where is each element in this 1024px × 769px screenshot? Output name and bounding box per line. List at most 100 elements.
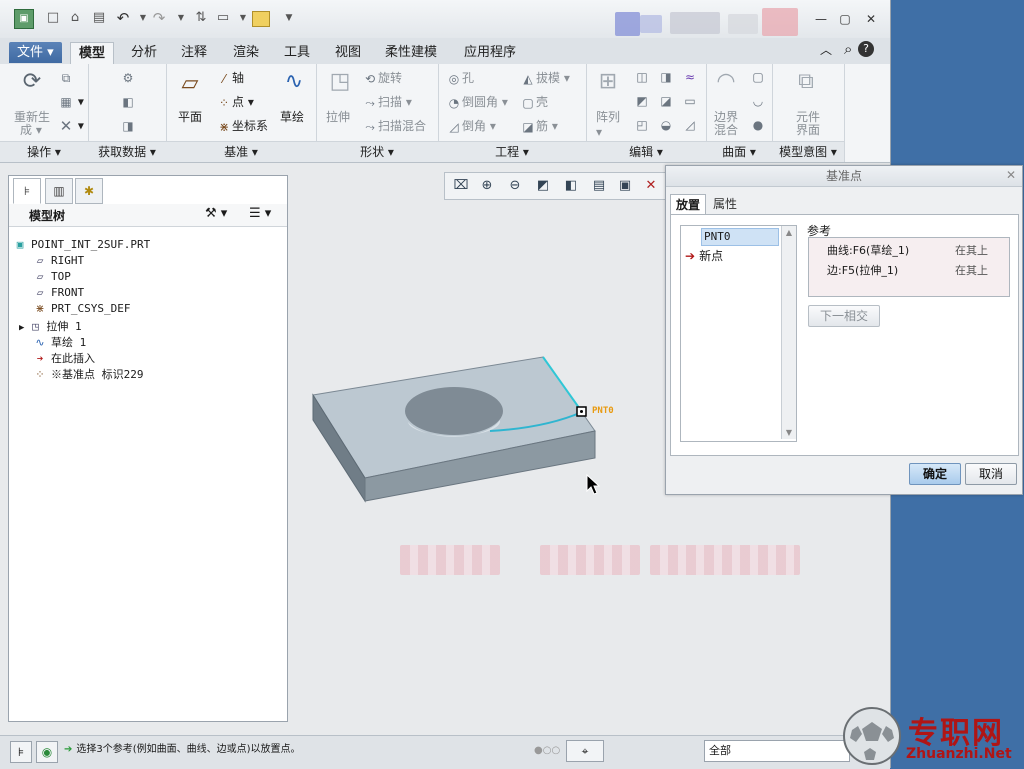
copy-geometry-icon[interactable]: ◧: [120, 94, 136, 110]
point-list-item-pnt0[interactable]: PNT0: [701, 228, 779, 246]
tree-item-right[interactable]: ▱ RIGHT: [33, 254, 84, 267]
group-shapes-label[interactable]: 形状 ▾: [316, 141, 438, 162]
user-defined-feature-icon[interactable]: ⚙: [120, 70, 136, 86]
point-button[interactable]: ⁘ 点 ▾: [216, 93, 254, 111]
mirror-icon[interactable]: ◫: [634, 69, 650, 85]
repaint-icon[interactable]: ◩: [533, 176, 553, 196]
reference-curve[interactable]: 曲线:F6(草绘_1): [827, 242, 909, 258]
sketch-icon[interactable]: ∿: [278, 68, 310, 96]
display-style-icon[interactable]: ◧: [561, 176, 581, 196]
paste-icon[interactable]: ▦ ▾: [58, 94, 84, 110]
round-button[interactable]: ◔ 倒圆角 ▾: [446, 93, 508, 111]
tab-flexible-modeling[interactable]: 柔性建模: [377, 42, 445, 63]
group-model-intent-label[interactable]: 模型意图 ▾: [772, 141, 844, 162]
revolve-button[interactable]: ⟲ 旋转: [362, 69, 402, 87]
windows-icon[interactable]: ▭: [214, 9, 232, 27]
group-operations-label[interactable]: 操作 ▾: [0, 141, 88, 162]
extrude-button[interactable]: 拉伸: [326, 108, 350, 125]
favorites-tab-icon[interactable]: ✱: [75, 178, 103, 204]
style-icon[interactable]: ◡: [750, 93, 766, 109]
reference-curve-constraint[interactable]: 在其上: [955, 242, 988, 258]
copy-icon[interactable]: ⧉: [58, 70, 74, 86]
tree-item-csys[interactable]: ⋇ PRT_CSYS_DEF: [33, 302, 130, 315]
tree-item-part[interactable]: ▣ POINT_INT_2SUF.PRT: [13, 238, 151, 251]
show-navigator-icon[interactable]: ⊧: [10, 741, 32, 763]
chamfer-button[interactable]: ◿ 倒角 ▾: [446, 117, 495, 135]
thicken-icon[interactable]: ◿: [682, 117, 698, 133]
next-intersection-button[interactable]: 下一相交: [808, 305, 880, 327]
help-icon[interactable]: ?: [858, 41, 874, 57]
tab-render[interactable]: 渲染: [225, 42, 267, 63]
tab-annotate[interactable]: 注释: [173, 42, 215, 63]
zoom-in-icon[interactable]: ⊕: [477, 176, 497, 196]
sweep-button[interactable]: ⤳ 扫描 ▾: [362, 93, 412, 111]
tab-applications[interactable]: 应用程序: [456, 42, 524, 63]
axis-button[interactable]: ⁄ 轴: [216, 69, 244, 87]
tree-columns-icon[interactable]: ☰ ▾: [249, 206, 271, 221]
save-icon[interactable]: ▤: [90, 9, 108, 27]
pattern-icon[interactable]: ⊞: [592, 68, 624, 96]
extrude-icon[interactable]: ◳: [324, 68, 356, 96]
pattern-button[interactable]: 阵列 ▾: [596, 108, 620, 139]
point-list-scrollbar[interactable]: ▲ ▼: [781, 226, 796, 439]
refit-icon[interactable]: ⌧: [451, 176, 471, 196]
app-logo-icon[interactable]: ▣: [14, 9, 34, 29]
group-engineering-label[interactable]: 工程 ▾: [438, 141, 586, 162]
tab-properties[interactable]: 属性: [708, 194, 742, 214]
group-surfaces-label[interactable]: 曲面 ▾: [706, 141, 772, 162]
group-editing-label[interactable]: 编辑 ▾: [586, 141, 706, 162]
redo-dropdown-icon[interactable]: ▼: [172, 9, 190, 27]
open-file-icon[interactable]: ⌂: [66, 9, 84, 27]
extend-icon[interactable]: ◨: [658, 69, 674, 85]
expand-arrow-icon[interactable]: ▶: [19, 323, 24, 333]
scroll-up-icon[interactable]: ▲: [782, 228, 796, 237]
tab-placement[interactable]: 放置: [670, 194, 707, 215]
regenerate-icon[interactable]: ⟳: [16, 68, 48, 96]
group-datum-label[interactable]: 基准 ▾: [166, 141, 316, 162]
tab-tools[interactable]: 工具: [276, 42, 318, 63]
new-file-icon[interactable]: □: [44, 9, 62, 27]
fill-icon[interactable]: ▢: [750, 69, 766, 85]
intersect-icon[interactable]: ◰: [634, 117, 650, 133]
reference-edge-constraint[interactable]: 在其上: [955, 262, 988, 278]
search-icon[interactable]: ⌕: [836, 39, 860, 60]
offset-icon[interactable]: ▭: [682, 93, 698, 109]
merge-icon[interactable]: ◨: [120, 118, 136, 134]
plane-button[interactable]: 平面: [178, 108, 202, 125]
datum-plane-icon[interactable]: ▱: [174, 70, 206, 98]
tree-item-top[interactable]: ▱ TOP: [33, 270, 71, 283]
shell-button[interactable]: ▢ 壳: [520, 93, 548, 111]
tab-view[interactable]: 视图: [327, 42, 369, 63]
tab-analysis[interactable]: 分析: [123, 42, 165, 63]
redo-icon[interactable]: ↷: [150, 9, 168, 27]
tree-item-insert-here[interactable]: ➔ 在此插入: [33, 350, 95, 366]
datum-display-filter-icon[interactable]: ✕: [641, 176, 661, 196]
point-list-item-new[interactable]: ➔ 新点: [685, 247, 723, 264]
curve-analysis-icon[interactable]: ≈: [682, 69, 698, 85]
hole[interactable]: [405, 387, 503, 435]
maximize-button[interactable]: ▢: [836, 11, 854, 27]
regenerate-icon[interactable]: ⇅: [192, 9, 210, 27]
tree-item-front[interactable]: ▱ FRONT: [33, 286, 84, 299]
tree-item-datum-point[interactable]: ⁘ ※基准点 标识229: [33, 366, 143, 382]
swept-blend-button[interactable]: ⤳ 扫描混合: [362, 117, 426, 135]
cancel-button[interactable]: 取消: [965, 463, 1017, 485]
trim-icon[interactable]: ◪: [658, 93, 674, 109]
tree-item-sketch[interactable]: ∿ 草绘 1: [33, 334, 86, 350]
folder-browser-tab-icon[interactable]: ▥: [45, 178, 73, 204]
rib-button[interactable]: ◪ 筋 ▾: [520, 117, 558, 135]
tree-settings-icon[interactable]: ⚒ ▾: [205, 206, 227, 221]
customize-toolbar-icon[interactable]: ▼: [280, 9, 298, 27]
group-get-data-label[interactable]: 获取数据 ▾: [88, 141, 166, 162]
tab-model[interactable]: 模型: [70, 42, 115, 65]
undo-icon[interactable]: ↶: [114, 9, 132, 27]
reference-edge[interactable]: 边:F5(拉伸_1): [827, 262, 898, 278]
show-browser-icon[interactable]: ◉: [36, 741, 58, 763]
component-interface-icon[interactable]: ⧉: [790, 68, 822, 96]
draft-button[interactable]: ◭ 拔模 ▾: [520, 69, 569, 87]
zoom-out-icon[interactable]: ⊖: [505, 176, 525, 196]
sketch-button[interactable]: 草绘: [280, 108, 304, 125]
windows-dropdown-icon[interactable]: ▼: [234, 9, 252, 27]
project-icon[interactable]: ◒: [658, 117, 674, 133]
find-icon[interactable]: ⌖: [566, 740, 604, 762]
